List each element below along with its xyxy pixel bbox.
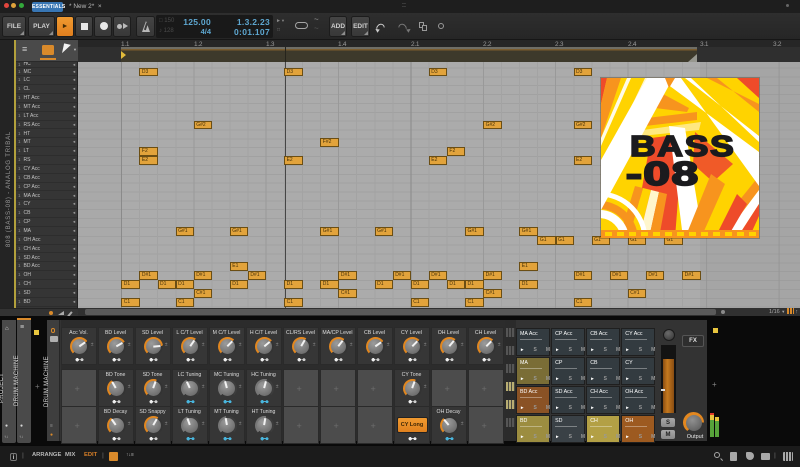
svg-text:-08: -08 xyxy=(626,155,700,192)
